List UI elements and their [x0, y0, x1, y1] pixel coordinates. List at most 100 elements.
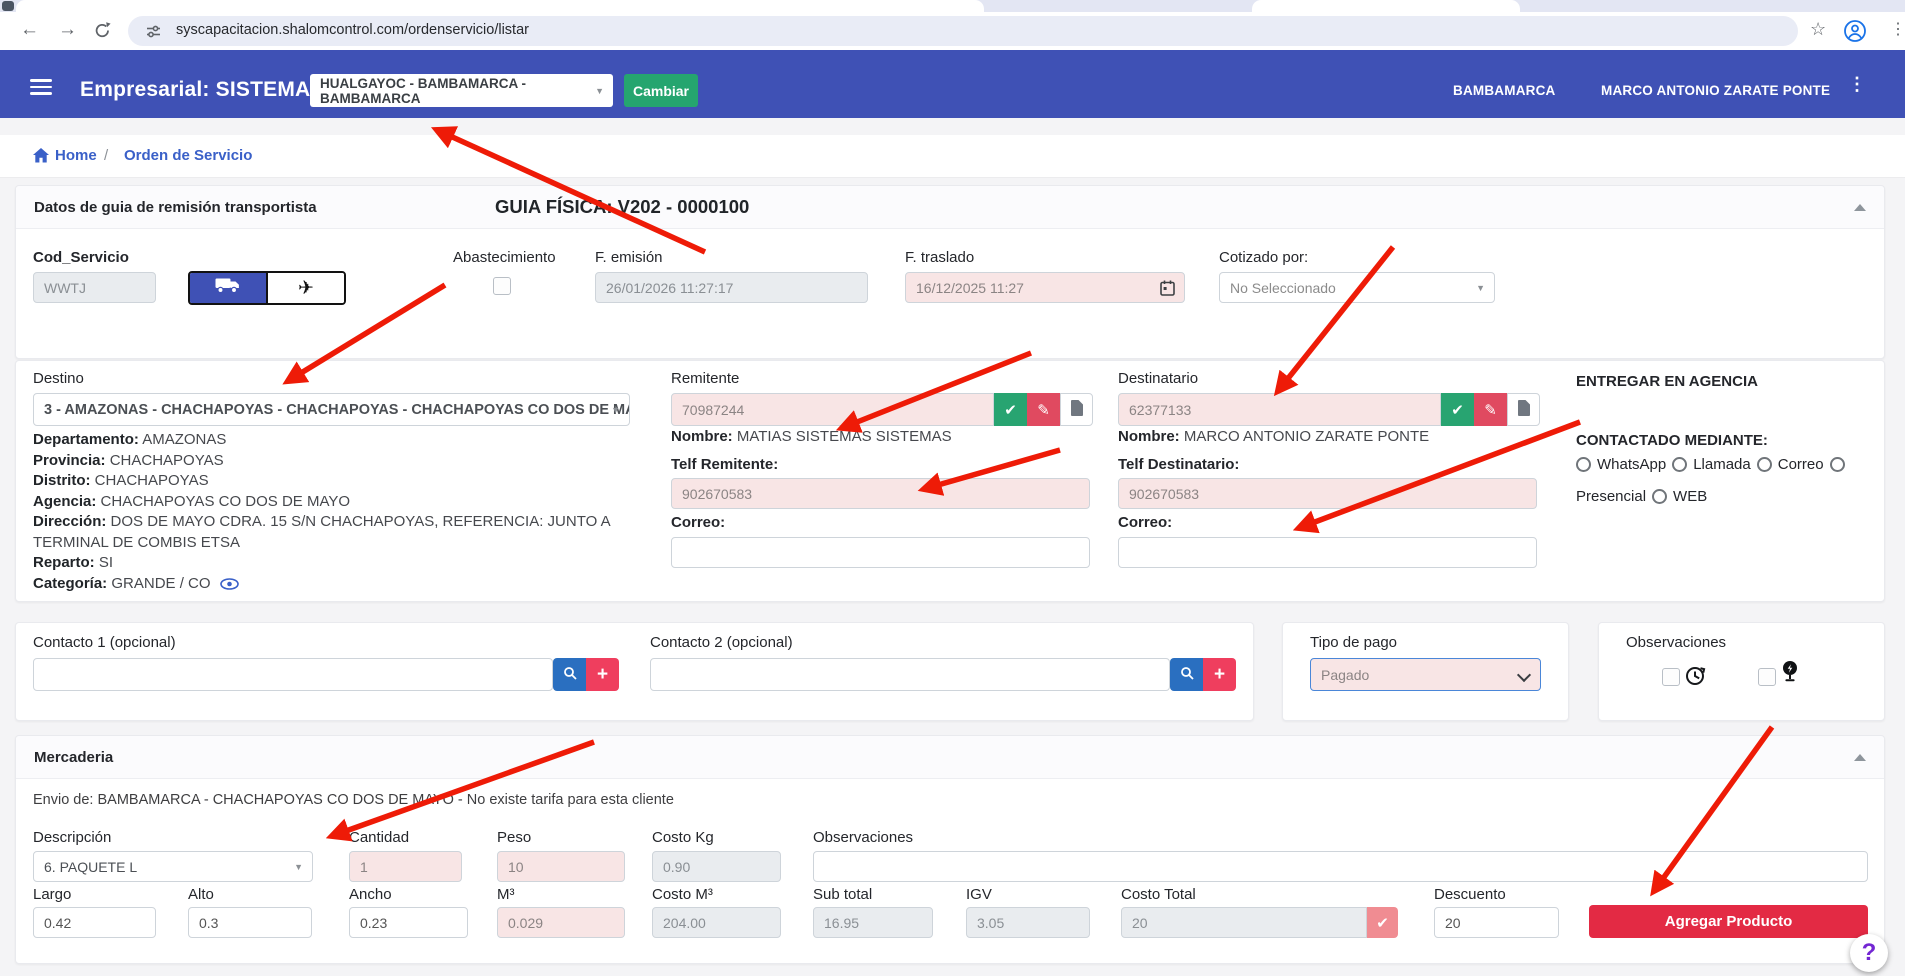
help-button[interactable]: ?: [1850, 934, 1888, 972]
hamburger-menu-icon[interactable]: [30, 75, 52, 99]
tune-icon[interactable]: [146, 24, 161, 44]
f-emision-label: F. emisión: [595, 249, 663, 266]
plane-mode-button[interactable]: ✈: [266, 273, 344, 303]
alto-input[interactable]: 0.3: [188, 907, 312, 938]
telf-destinatario-input[interactable]: 902670583: [1118, 478, 1537, 509]
destino-details: Departamento: AMAZONAS Provincia: CHACHA…: [33, 430, 643, 596]
agency-menu[interactable]: BAMBAMARCA: [1453, 83, 1556, 98]
destinatario-label: Destinatario: [1118, 370, 1198, 387]
igv-label: IGV: [966, 886, 992, 903]
bookmark-star-icon[interactable]: ☆: [1810, 19, 1826, 40]
reload-icon[interactable]: [94, 22, 111, 44]
pinned-tab[interactable]: [2, 1, 14, 11]
f-traslado-input[interactable]: 16/12/2025 11:27: [905, 272, 1185, 303]
contacto1-add-button[interactable]: +: [586, 658, 619, 691]
breadcrumb-home-link[interactable]: Home: [55, 147, 97, 164]
contacto2-search-button[interactable]: [1170, 658, 1203, 691]
contacto1-input[interactable]: [33, 658, 553, 691]
cantidad-input[interactable]: 1: [349, 851, 462, 882]
m3-input[interactable]: 0.029: [497, 907, 625, 938]
llamada-radio[interactable]: [1672, 457, 1687, 472]
descripcion-select[interactable]: 6. PAQUETE L ▼: [33, 851, 313, 882]
cotizado-select[interactable]: No Seleccionado ▼: [1219, 272, 1495, 303]
contactado-radio-row-2: Presencial WEB: [1576, 488, 1707, 505]
abastecimiento-checkbox[interactable]: [493, 277, 511, 295]
guide-card-title: Datos de guia de remisión transportista: [34, 199, 317, 216]
contacto2-add-button[interactable]: +: [1203, 658, 1236, 691]
collapse-caret-icon[interactable]: [1854, 204, 1866, 211]
web-radio[interactable]: [1652, 489, 1667, 504]
kebab-menu-icon[interactable]: ⋮: [1848, 74, 1866, 95]
destinatario-document-button[interactable]: [1507, 393, 1540, 426]
collapse-caret-icon[interactable]: [1854, 754, 1866, 761]
browser-tab[interactable]: [16, 0, 984, 12]
telf-remitente-input[interactable]: 902670583: [671, 478, 1090, 509]
presencial-radio[interactable]: [1830, 457, 1845, 472]
beacon-icon: [1780, 660, 1800, 688]
calendar-icon[interactable]: [1160, 280, 1175, 299]
remitente-confirm-button[interactable]: ✔: [994, 393, 1027, 426]
branch-select-value: HUALGAYOC - BAMBAMARCA - BAMBAMARCA: [320, 76, 603, 106]
chevron-down-icon: ▼: [595, 86, 604, 96]
profile-avatar-icon[interactable]: [1843, 19, 1867, 48]
remitente-document-button[interactable]: [1060, 393, 1093, 426]
ancho-input[interactable]: 0.23: [349, 907, 468, 938]
contacto1-search-button[interactable]: [553, 658, 586, 691]
remitente-correo-input[interactable]: [671, 537, 1090, 568]
destino-select[interactable]: 3 - AMAZONAS - CHACHAPOYAS - CHACHAPOYAS…: [33, 393, 630, 426]
back-icon[interactable]: ←: [20, 19, 39, 41]
transport-mode-toggle: ✈: [188, 271, 346, 305]
correo-radio[interactable]: [1757, 457, 1772, 472]
chevron-down-icon: ▼: [294, 862, 303, 872]
observaciones-input[interactable]: [813, 851, 1868, 882]
costo-m3-label: Costo M³: [652, 886, 713, 903]
costo-total-label: Costo Total: [1121, 886, 1196, 903]
contacto2-input[interactable]: [650, 658, 1170, 691]
address-bar[interactable]: syscapacitacion.shalomcontrol.com/ordens…: [128, 16, 1798, 46]
tipo-pago-label: Tipo de pago: [1310, 634, 1397, 651]
whatsapp-radio[interactable]: [1576, 457, 1591, 472]
home-icon[interactable]: [33, 148, 49, 168]
observaciones-label: Observaciones: [813, 829, 913, 846]
cantidad-label: Cantidad: [349, 829, 409, 846]
history-observation-checkbox[interactable]: [1662, 668, 1680, 686]
destinatario-edit-button[interactable]: ✎: [1474, 393, 1507, 426]
eye-icon[interactable]: [220, 576, 239, 597]
breadcrumb-current-link[interactable]: Orden de Servicio: [124, 147, 252, 164]
clock-history-icon: [1684, 664, 1707, 692]
search-icon: [1180, 666, 1194, 684]
destinatario-nombre-line: Nombre: MARCO ANTONIO ZARATE PONTE: [1118, 428, 1429, 445]
branch-select[interactable]: HUALGAYOC - BAMBAMARCA - BAMBAMARCA ▼: [310, 74, 613, 107]
costo-total-input: 20: [1121, 907, 1367, 938]
beacon-observation-checkbox[interactable]: [1758, 668, 1776, 686]
agregar-producto-button[interactable]: Agregar Producto: [1589, 905, 1868, 938]
descuento-input[interactable]: 20: [1434, 907, 1559, 938]
remitente-label: Remitente: [671, 370, 739, 387]
file-icon: [1070, 400, 1083, 420]
chevron-down-icon: ▼: [1476, 283, 1485, 293]
remitente-doc-input[interactable]: 70987244: [671, 393, 994, 426]
costo-total-confirm-button[interactable]: ✔: [1367, 907, 1398, 938]
entregar-agencia-note: ENTREGAR EN AGENCIA: [1576, 373, 1758, 390]
app-navbar: Empresarial: SISTEMAS HUALGAYOC - BAMBAM…: [0, 50, 1905, 118]
remitente-edit-button[interactable]: ✎: [1027, 393, 1060, 426]
forward-icon[interactable]: →: [58, 19, 77, 41]
destinatario-confirm-button[interactable]: ✔: [1441, 393, 1474, 426]
browser-tab[interactable]: [1252, 0, 1520, 12]
app-screen: ← → syscapacitacion.shalomcontrol.com/or…: [0, 0, 1905, 976]
peso-input[interactable]: 10: [497, 851, 625, 882]
tipo-pago-select[interactable]: Pagado: [1310, 658, 1541, 691]
contacto1-label: Contacto 1 (opcional): [33, 634, 176, 651]
observaciones-panel-label: Observaciones: [1626, 634, 1726, 651]
largo-label: Largo: [33, 886, 71, 903]
mercaderia-title: Mercaderia: [34, 749, 113, 766]
browser-menu-icon[interactable]: ⋮: [1890, 19, 1905, 39]
destinatario-correo-input[interactable]: [1118, 537, 1537, 568]
truck-mode-button[interactable]: [190, 273, 266, 303]
destinatario-doc-input[interactable]: 62377133: [1118, 393, 1441, 426]
user-menu[interactable]: MARCO ANTONIO ZARATE PONTE: [1601, 83, 1830, 98]
subtotal-label: Sub total: [813, 886, 872, 903]
largo-input[interactable]: 0.42: [33, 907, 156, 938]
brand-title: Empresarial: SISTEMAS: [80, 78, 325, 102]
change-branch-button[interactable]: Cambiar: [624, 74, 698, 107]
